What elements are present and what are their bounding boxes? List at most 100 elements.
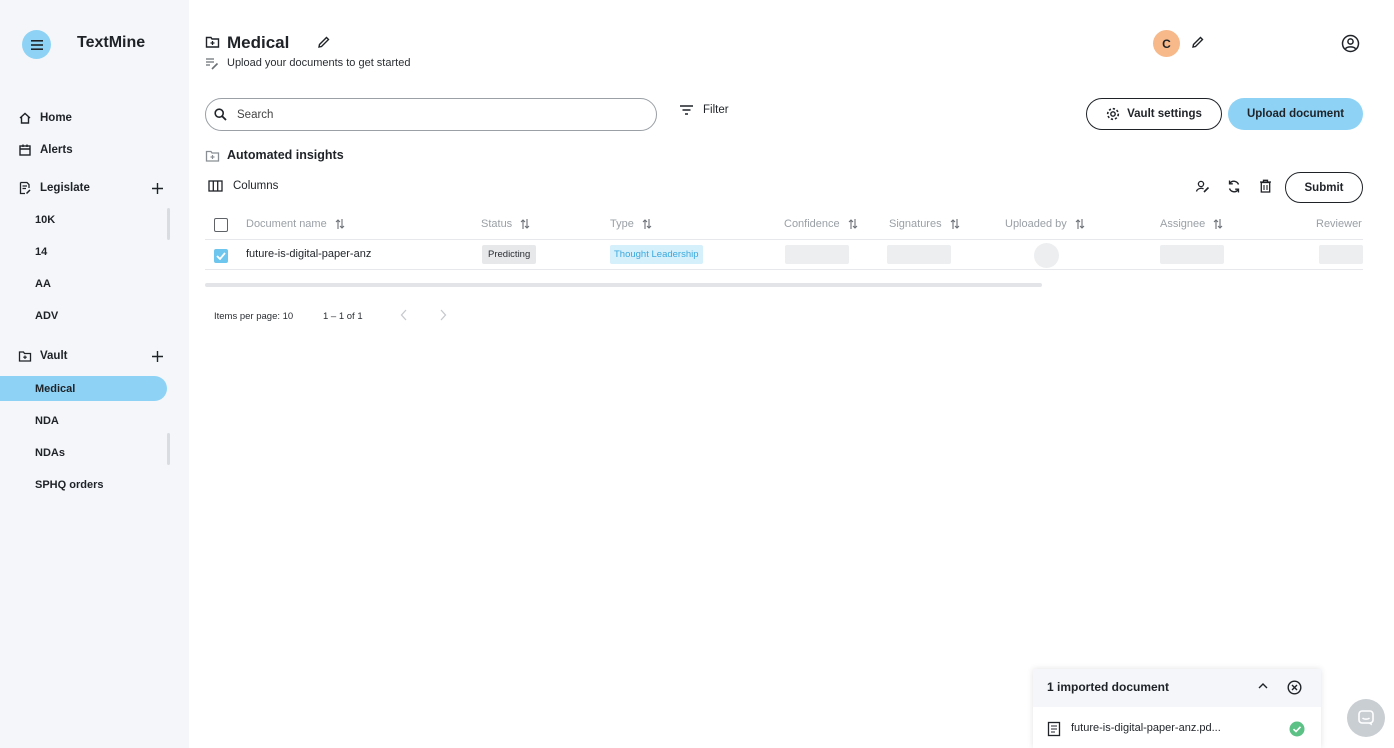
submit-button[interactable]: Submit	[1285, 172, 1363, 203]
add-legislate-button[interactable]	[150, 181, 164, 195]
uploader-avatar-placeholder	[1034, 243, 1059, 268]
plus-icon	[151, 182, 163, 194]
select-all-checkbox[interactable]	[214, 218, 228, 232]
column-header-label: Assignee	[1160, 218, 1206, 230]
vault-settings-label: Vault settings	[1127, 108, 1202, 120]
sidebar-item-aa[interactable]: AA	[35, 275, 51, 293]
account-circle-icon[interactable]	[1341, 34, 1360, 53]
search-box[interactable]	[205, 98, 657, 131]
column-header-status[interactable]: Status	[481, 217, 530, 231]
column-header-assignee[interactable]: Assignee	[1160, 217, 1223, 231]
trash-icon[interactable]	[1259, 179, 1272, 193]
nav-home[interactable]: Home	[18, 108, 72, 128]
refresh-icon[interactable]	[1227, 179, 1241, 194]
menu-toggle-button[interactable]	[22, 30, 51, 59]
column-header-uploaded-by[interactable]: Uploaded by	[1005, 217, 1085, 231]
edit-notes-icon	[206, 58, 219, 70]
sidebar-item-10k[interactable]: 10K	[35, 211, 55, 229]
chevron-right-icon[interactable]	[439, 309, 447, 321]
column-header-reviewer[interactable]: Reviewer	[1316, 217, 1362, 231]
gear-icon	[1107, 107, 1120, 121]
search-input[interactable]	[237, 108, 617, 121]
table-divider	[205, 269, 1363, 270]
sort-icon	[1075, 219, 1085, 229]
reviewer-placeholder	[1319, 245, 1363, 264]
app-logo-text: TextMine	[77, 34, 146, 51]
horizontal-scrollbar[interactable]	[205, 283, 1042, 287]
hamburger-icon	[30, 39, 43, 50]
nav-alerts-label: Alerts	[40, 144, 73, 156]
table-divider	[205, 239, 1363, 240]
search-icon	[214, 108, 227, 121]
document-name-cell[interactable]: future-is-digital-paper-anz	[246, 248, 371, 260]
page-range: 1 – 1 of 1	[323, 311, 363, 322]
sidebar: TextMine Home Alerts Legislate 10K 14 AA…	[0, 0, 189, 748]
plus-icon	[151, 350, 163, 362]
import-status-panel: 1 imported document future-is-digital-pa…	[1033, 669, 1321, 748]
column-header-label: Reviewer	[1316, 218, 1362, 230]
filter-icon	[680, 105, 693, 115]
items-per-page[interactable]: Items per page: 10	[214, 311, 293, 322]
sidebar-item-ndas[interactable]: NDAs	[35, 444, 65, 462]
chevron-up-icon[interactable]	[1257, 681, 1269, 691]
sort-icon	[950, 219, 959, 229]
column-header-document-name[interactable]: Document name	[246, 217, 345, 231]
page-subtitle: Upload your documents to get started	[227, 57, 411, 69]
confidence-placeholder	[785, 245, 849, 264]
automated-insights-label[interactable]: Automated insights	[227, 148, 344, 162]
add-vault-button[interactable]	[150, 349, 164, 363]
sidebar-item-adv[interactable]: ADV	[35, 307, 58, 325]
upload-document-button[interactable]: Upload document	[1228, 98, 1363, 130]
pencil-icon[interactable]	[317, 35, 331, 49]
document-icon	[1047, 721, 1061, 737]
sidebar-item-sphq-orders[interactable]: SPHQ orders	[35, 476, 103, 494]
filter-button[interactable]: Filter	[680, 102, 729, 118]
view-columns-icon[interactable]	[208, 180, 223, 192]
import-panel-header: 1 imported document	[1033, 669, 1321, 707]
vault-settings-button[interactable]: Vault settings	[1086, 98, 1222, 130]
folder-add-icon	[205, 150, 220, 162]
active-item-highlight	[0, 376, 167, 401]
type-badge: Thought Leadership	[610, 245, 703, 264]
column-header-confidence[interactable]: Confidence	[784, 217, 858, 231]
signatures-placeholder	[887, 245, 951, 264]
sidebar-item-nda[interactable]: NDA	[35, 412, 59, 430]
column-header-label: Document name	[246, 218, 327, 230]
document-edit-icon	[19, 181, 31, 195]
nav-vault[interactable]: Vault	[18, 346, 67, 366]
avatar[interactable]: C	[1153, 30, 1180, 57]
pencil-icon[interactable]	[1191, 35, 1205, 49]
vault-scrollbar[interactable]	[167, 433, 170, 465]
page-title: Medical	[227, 33, 290, 52]
calendar-icon	[19, 144, 31, 156]
sort-icon	[335, 219, 345, 229]
sort-icon	[848, 219, 858, 229]
chevron-left-icon[interactable]	[400, 309, 408, 321]
chat-launcher-button[interactable]	[1347, 699, 1385, 737]
check-icon	[216, 252, 226, 260]
sort-icon	[1213, 219, 1223, 229]
nav-legislate[interactable]: Legislate	[18, 178, 90, 198]
chat-icon	[1358, 710, 1374, 726]
sidebar-item-medical[interactable]: Medical	[35, 380, 75, 398]
nav-legislate-label: Legislate	[40, 182, 90, 194]
column-header-label: Type	[610, 218, 634, 230]
column-header-label: Uploaded by	[1005, 218, 1067, 230]
assignee-placeholder	[1160, 245, 1224, 264]
check-circle-icon	[1289, 721, 1305, 737]
columns-button[interactable]: Columns	[233, 180, 278, 192]
folder-add-icon	[205, 36, 220, 48]
column-header-signatures[interactable]: Signatures	[889, 217, 960, 231]
row-checkbox[interactable]	[214, 249, 228, 263]
sort-icon	[520, 219, 530, 229]
assign-user-icon[interactable]	[1195, 179, 1210, 194]
column-header-label: Confidence	[784, 218, 840, 230]
folder-add-icon	[18, 351, 32, 362]
column-header-type[interactable]: Type	[610, 217, 652, 231]
close-circle-icon[interactable]	[1287, 680, 1302, 695]
filter-label: Filter	[703, 104, 729, 116]
import-panel-title: 1 imported document	[1047, 680, 1170, 694]
legislate-scrollbar[interactable]	[167, 208, 170, 240]
sidebar-item-14[interactable]: 14	[35, 243, 47, 261]
nav-alerts[interactable]: Alerts	[18, 140, 73, 160]
